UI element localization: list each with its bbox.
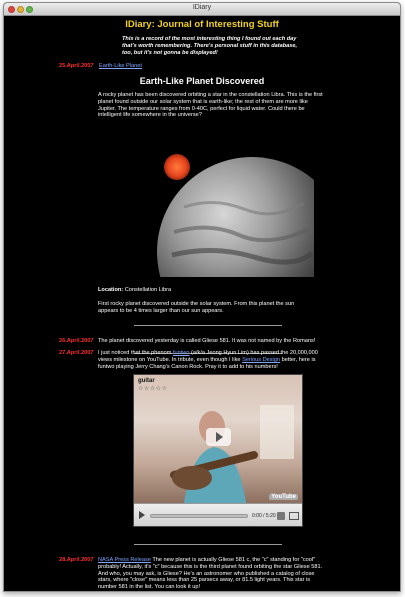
window-title: IDiary: [192, 4, 212, 11]
fullscreen-icon[interactable]: [289, 512, 299, 520]
entry-date: 26.April.2007: [59, 338, 94, 344]
youtube-logo[interactable]: YouTube: [269, 494, 298, 500]
browser-window: IDiary IDiary: Journal of Interesting St…: [3, 2, 401, 592]
volume-icon[interactable]: [277, 512, 285, 520]
entry-date: 25.April.2007: [59, 63, 94, 69]
location-label: Location:: [98, 287, 124, 293]
site-intro: This is a record of the most interesting…: [122, 36, 298, 56]
serious-design-link[interactable]: Serious Design: [242, 357, 280, 363]
nasa-press-release-link[interactable]: NASA Press Release: [98, 557, 151, 563]
play-icon[interactable]: [206, 428, 231, 446]
funtwo-link[interactable]: funtwo: [173, 350, 189, 356]
entry-body: NASA Press Release The new planet is act…: [98, 557, 328, 591]
entry-date: 28.April.2007: [59, 557, 94, 563]
video-title[interactable]: guitar: [138, 378, 155, 384]
play-pause-icon[interactable]: [138, 511, 146, 520]
page-content: IDiary: Journal of Interesting Stuff Thi…: [4, 17, 400, 591]
rating-stars[interactable]: ☆☆☆☆☆: [138, 385, 167, 392]
window-light: [260, 405, 294, 459]
progress-bar[interactable]: [150, 514, 248, 518]
entry-text: I just noticed that the phenom: [98, 350, 172, 356]
planet-illustration: [157, 154, 314, 277]
entry-note: First rocky planet discovered outside th…: [98, 301, 295, 314]
entry-body: A rocky planet has been discovered orbit…: [98, 92, 323, 119]
time-display: 0:00 / 5:20: [252, 513, 276, 519]
entry-date: 27.April.2007: [59, 350, 94, 356]
player-controls: 0:00 / 5:20: [134, 503, 302, 526]
youtube-player[interactable]: guitar ☆☆☆☆☆ YouTube 0:00 / 5:20: [133, 374, 303, 527]
site-title: IDiary: Journal of Interesting Stuff: [125, 19, 279, 30]
entry-body: I just noticed that the phenom funtwo (a…: [98, 350, 326, 370]
location-row: Location: Constellation Libra: [98, 287, 171, 294]
entry-heading: Earth-Like Planet Discovered: [139, 76, 265, 86]
planet-image: [114, 137, 314, 277]
star-glow: [164, 154, 190, 180]
divider: [134, 325, 282, 326]
location-value: Constellation Libra: [124, 287, 172, 293]
title-bar[interactable]: IDiary: [4, 3, 400, 16]
entry-body: The planet discovered yesterday is calle…: [98, 338, 316, 344]
guitar-body: [172, 466, 212, 490]
video-screen[interactable]: guitar ☆☆☆☆☆ YouTube: [134, 375, 302, 503]
entry-link[interactable]: Earth-Like Planet: [99, 63, 142, 69]
divider: [134, 544, 282, 545]
